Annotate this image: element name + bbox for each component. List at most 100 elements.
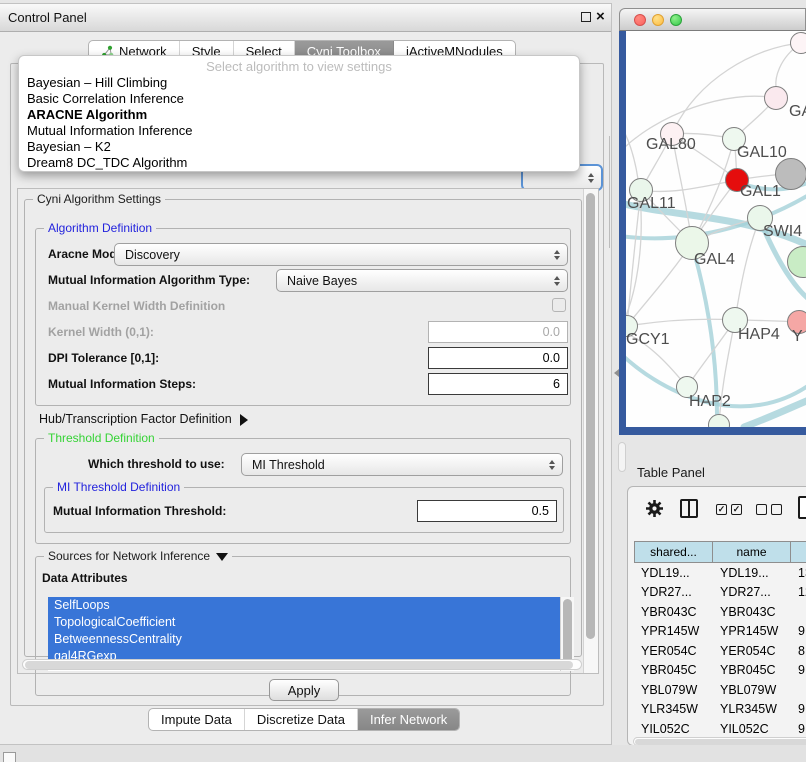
algorithm-popup-placeholder: Select algorithm to view settings bbox=[19, 59, 579, 74]
attribute-item-betweennesscentrality[interactable]: BetweennessCentrality bbox=[48, 631, 560, 648]
algorithm-option-aracne-algorithm[interactable]: ARACNE Algorithm bbox=[27, 107, 571, 123]
table-cell[interactable]: YIL052C bbox=[634, 719, 713, 737]
table-cell[interactable]: YIL052C bbox=[713, 719, 791, 737]
column-header-a[interactable]: A bbox=[791, 541, 806, 563]
table-cell[interactable]: YDR27... bbox=[713, 583, 791, 603]
which-threshold-label: Which threshold to use: bbox=[88, 457, 225, 471]
tab-impute-data[interactable]: Impute Data bbox=[149, 709, 245, 730]
algorithm-option-bayesian-k2[interactable]: Bayesian – K2 bbox=[27, 139, 571, 155]
table-cell[interactable]: YBL079W bbox=[713, 680, 791, 700]
table-cell[interactable]: YER054C bbox=[713, 641, 791, 661]
column-header-name[interactable]: name bbox=[713, 541, 791, 563]
tab-discretize-data[interactable]: Discretize Data bbox=[245, 709, 358, 730]
sources-title[interactable]: Sources for Network Inference bbox=[44, 549, 232, 563]
table-cell[interactable]: 8. bbox=[791, 641, 806, 661]
mi-threshold-group: MI Threshold Definition Mutual Informati… bbox=[44, 487, 564, 533]
table-cell[interactable]: 9. bbox=[791, 661, 806, 681]
tab-infer-network[interactable]: Infer Network bbox=[358, 709, 459, 730]
column-layout-icon[interactable] bbox=[680, 499, 698, 518]
table-cell[interactable] bbox=[791, 602, 806, 622]
algorithm-option-mutual-information-inference[interactable]: Mutual Information Inference bbox=[27, 123, 571, 139]
select-all-check-icon-2[interactable]: ✓ bbox=[731, 504, 742, 515]
algorithm-option-basic-correlation-inference[interactable]: Basic Correlation Inference bbox=[27, 91, 571, 107]
mi-type-combo[interactable]: Naive Bayes bbox=[276, 269, 568, 292]
zoom-traffic-light[interactable] bbox=[670, 14, 682, 26]
table-cell[interactable]: 13 bbox=[791, 563, 806, 583]
table-row[interactable]: YDR27...YDR27...12 bbox=[634, 583, 806, 603]
mi-threshold-field[interactable]: 0.5 bbox=[417, 500, 557, 522]
manual-kernel-checkbox[interactable] bbox=[552, 298, 566, 312]
network-view-window: GALGAL80GAL10GAL1GAL11SWI4GAL4GCY1HAP4YH… bbox=[619, 8, 806, 435]
table-cell[interactable]: 9. bbox=[791, 700, 806, 720]
algorithm-option-dream8-dc-tdc-algorithm[interactable]: Dream8 DC_TDC Algorithm bbox=[27, 155, 571, 171]
which-threshold-combo[interactable]: MI Threshold bbox=[241, 453, 563, 476]
network-node[interactable] bbox=[775, 158, 806, 190]
table-cell[interactable]: YPR145W bbox=[713, 622, 791, 642]
table-cell[interactable]: YBR043C bbox=[713, 602, 791, 622]
deselect-all-icon[interactable] bbox=[756, 504, 767, 515]
table-row[interactable]: YBL079WYBL079W bbox=[634, 680, 806, 700]
attribute-item-topologicalcoefficient[interactable]: TopologicalCoefficient bbox=[48, 614, 560, 631]
aracne-mode-combo[interactable]: Discovery bbox=[114, 243, 568, 266]
panel-splitter-handle[interactable] bbox=[614, 369, 619, 377]
node-label-y: Y bbox=[792, 328, 803, 346]
settings-gear-icon[interactable] bbox=[645, 499, 664, 523]
table-cell[interactable]: 12 bbox=[791, 583, 806, 603]
table-panel-toolbar: ✓ ✓ bbox=[628, 493, 806, 533]
mi-steps-value: 6 bbox=[553, 377, 560, 391]
close-traffic-light[interactable] bbox=[634, 14, 646, 26]
cyni-algorithm-settings-title: Cyni Algorithm Settings bbox=[33, 192, 165, 206]
table-cell[interactable]: YER054C bbox=[634, 641, 713, 661]
network-node[interactable] bbox=[790, 32, 806, 54]
application-background: Control Panel × NetworkStyleSelectCyni T… bbox=[0, 0, 806, 762]
table-cell[interactable]: 9 bbox=[791, 719, 806, 737]
table-cell[interactable]: YDR27... bbox=[634, 583, 713, 603]
table-row[interactable]: YBR043CYBR043C bbox=[634, 602, 806, 622]
stepper-icon bbox=[549, 460, 555, 470]
table-cell[interactable]: YPR145W bbox=[634, 622, 713, 642]
minimize-traffic-light[interactable] bbox=[652, 14, 664, 26]
network-node-gal[interactable] bbox=[764, 86, 788, 110]
attributes-scrollbar-thumb[interactable] bbox=[563, 599, 572, 667]
close-icon[interactable]: × bbox=[596, 8, 605, 25]
table-cell[interactable]: 9. bbox=[791, 622, 806, 642]
mi-type-label: Mutual Information Algorithm Type: bbox=[48, 273, 250, 287]
table-row[interactable]: YPR145WYPR145W9. bbox=[634, 622, 806, 642]
node-label-gcy1: GCY1 bbox=[626, 331, 670, 349]
dpi-tolerance-field[interactable]: 0.0 bbox=[428, 347, 568, 369]
settings-hscrollbar-thumb[interactable] bbox=[25, 661, 573, 669]
attribute-item-selfloops[interactable]: SelfLoops bbox=[48, 597, 560, 614]
control-panel-title: Control Panel bbox=[8, 10, 87, 25]
table-row[interactable]: YER054CYER054C8. bbox=[634, 641, 806, 661]
network-canvas[interactable]: GALGAL80GAL10GAL1GAL11SWI4GAL4GCY1HAP4YH… bbox=[626, 31, 806, 427]
network-view-frame: GALGAL80GAL10GAL1GAL11SWI4GAL4GCY1HAP4YH… bbox=[619, 31, 806, 435]
column-header-shared[interactable]: shared... bbox=[634, 541, 713, 563]
hub-definition-expander[interactable]: Hub/Transcription Factor Definition bbox=[39, 412, 248, 426]
show-panel-mini-icon[interactable] bbox=[3, 752, 16, 762]
table-row[interactable]: YBR045CYBR045C9. bbox=[634, 661, 806, 681]
table-cell[interactable]: YLR345W bbox=[634, 700, 713, 720]
data-attributes-label: Data Attributes bbox=[42, 571, 128, 585]
new-table-page-icon[interactable] bbox=[798, 496, 806, 519]
select-all-check-icon[interactable]: ✓ bbox=[716, 504, 727, 515]
float-window-icon[interactable] bbox=[581, 12, 591, 22]
table-cell[interactable]: YDL19... bbox=[634, 563, 713, 583]
kernel-width-field[interactable]: 0.0 bbox=[428, 321, 568, 343]
deselect-all-icon-2[interactable] bbox=[771, 504, 782, 515]
table-cell[interactable]: YBL079W bbox=[634, 680, 713, 700]
table-cell[interactable]: YBR045C bbox=[634, 661, 713, 681]
settings-scrollbar-thumb[interactable] bbox=[586, 193, 595, 639]
table-cell[interactable]: YBR045C bbox=[713, 661, 791, 681]
table-cell[interactable]: YLR345W bbox=[713, 700, 791, 720]
table-row[interactable]: YLR345WYLR345W9. bbox=[634, 700, 806, 720]
table-cell[interactable] bbox=[791, 680, 806, 700]
table-cell[interactable]: YBR043C bbox=[634, 602, 713, 622]
table-row[interactable]: YDL19...YDL19...13 bbox=[634, 563, 806, 583]
mi-steps-field[interactable]: 6 bbox=[428, 373, 568, 395]
stepper-icon bbox=[554, 276, 560, 286]
table-cell[interactable]: YDL19... bbox=[713, 563, 791, 583]
algorithm-option-bayesian-hill-climbing[interactable]: Bayesian – Hill Climbing bbox=[27, 75, 571, 91]
table-row[interactable]: YIL052CYIL052C9 bbox=[634, 719, 806, 737]
cyni-algorithm-settings-group: Cyni Algorithm Settings Algorithm Defini… bbox=[24, 199, 582, 657]
apply-button[interactable]: Apply bbox=[269, 679, 339, 701]
